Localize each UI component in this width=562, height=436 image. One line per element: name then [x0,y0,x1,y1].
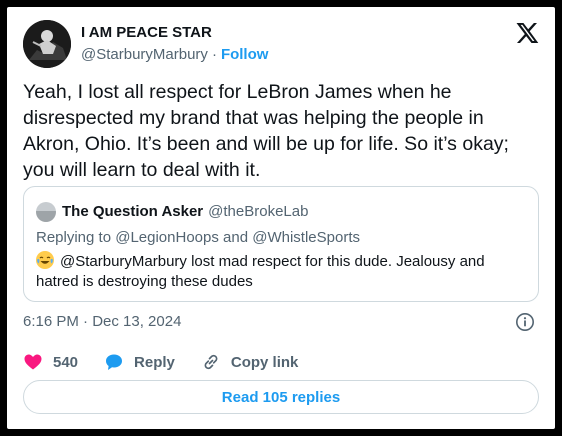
tweet-text: Yeah, I lost all respect for LeBron Jame… [23,81,509,181]
tweet-card: I AM PEACE STAR @StarburyMarbury · Follow … [7,7,555,429]
author-subline: @StarburyMarbury · Follow [81,46,268,63]
separator-dot: · [211,46,217,63]
replying-to-line: Replying to @LegionHoops and @WhistleSpo… [36,229,360,246]
like-count: 540 [53,353,79,371]
quoted-tweet[interactable]: The Question Asker @theBrokeLab Replying … [23,186,539,302]
replying-to-prefix: Replying to [36,229,112,246]
replying-to-and: and [223,229,249,246]
link-icon [204,354,218,370]
reply-label: Reply [134,353,175,371]
quoted-tweet-text: @StarburyMarbury lost mad respect for th… [36,251,526,292]
quoted-tweet-body: @StarburyMarbury lost mad respect for th… [36,253,485,290]
quoted-author-handle[interactable]: @theBrokeLab [208,203,308,220]
read-replies-button[interactable]: Read 105 replies [23,380,539,414]
copy-link-button[interactable]: Copy link [201,352,299,372]
x-logo-icon[interactable] [515,21,539,45]
tears-of-joy-emoji-icon [36,251,54,269]
action-bar: 540 Reply Copy link [23,351,324,373]
like-button[interactable]: 540 [23,352,78,372]
reply-mention-whistlesports[interactable]: @WhistleSports [252,229,360,246]
reply-button[interactable]: Reply [104,352,175,372]
quoted-author-line: The Question Asker @theBrokeLab [62,203,308,220]
info-icon[interactable] [515,312,535,332]
heart-icon [24,354,42,370]
follow-button[interactable]: Follow [221,46,269,63]
quoted-author-name[interactable]: The Question Asker [62,203,203,220]
tweet-timestamp[interactable]: 6:16 PM · Dec 13, 2024 [23,313,181,330]
author-avatar[interactable] [23,20,71,68]
reply-mention-legionhoops[interactable]: @LegionHoops [115,229,219,246]
author-handle[interactable]: @StarburyMarbury [81,46,208,63]
reply-bubble-icon [106,354,123,370]
quoted-author-avatar[interactable] [36,202,56,222]
copy-link-label: Copy link [230,353,299,371]
author-name[interactable]: I AM PEACE STAR [81,24,212,41]
